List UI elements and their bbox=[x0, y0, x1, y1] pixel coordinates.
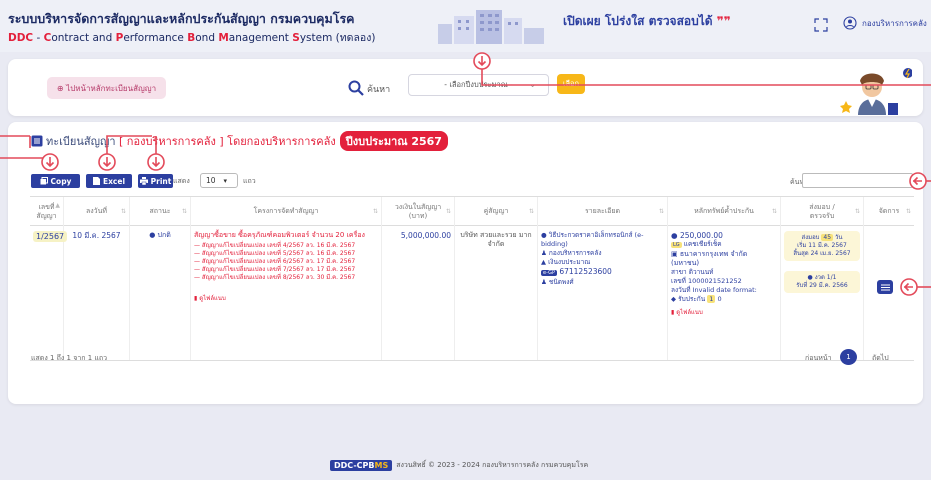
annotation-overlay bbox=[0, 52, 931, 296]
